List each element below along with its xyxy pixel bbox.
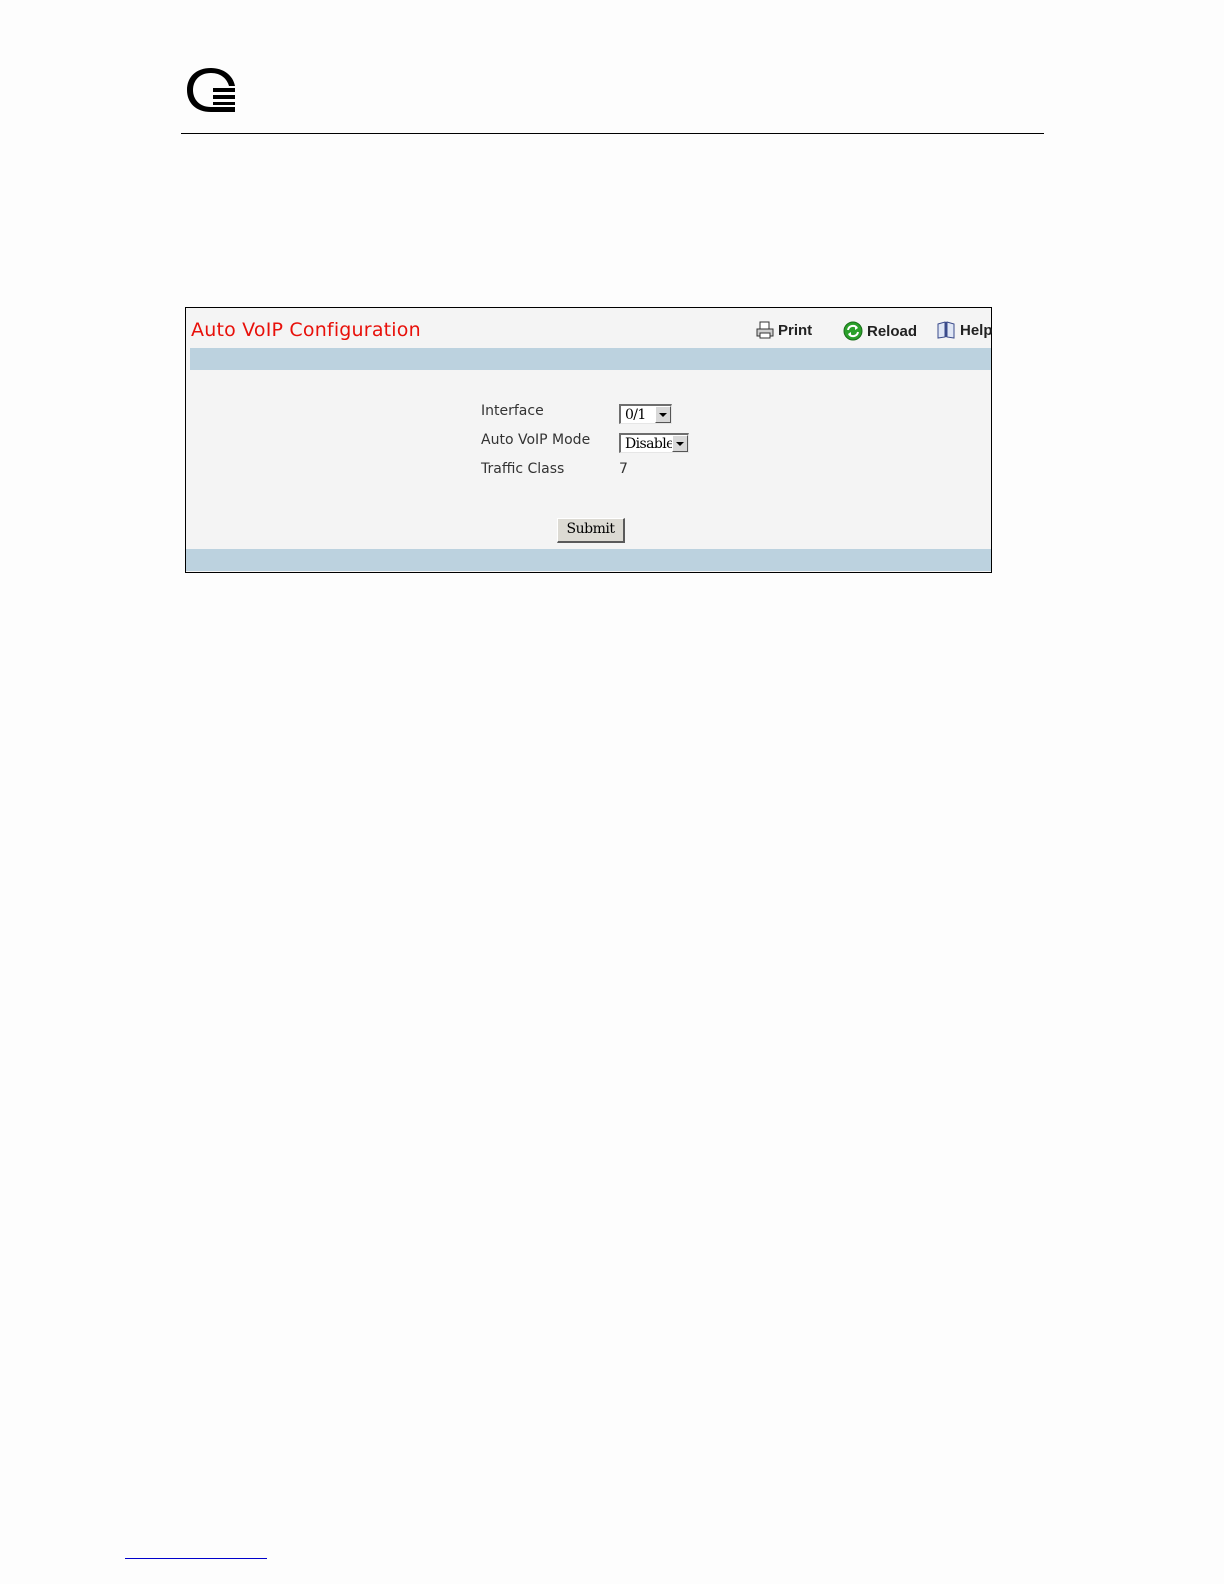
reload-button[interactable]: Reload [843,321,917,341]
qlogic-logo-icon [187,68,235,112]
interface-select[interactable]: 0/1 [619,404,672,424]
footnote-divider [125,1558,267,1559]
chevron-down-icon[interactable] [672,435,688,452]
traffic-class-value: 7 [619,461,628,477]
reload-label: Reload [867,322,918,340]
printer-icon [756,321,774,339]
print-label: Print [778,321,813,339]
footer-band [186,549,991,571]
reload-icon [843,321,863,341]
submit-button[interactable]: Submit [557,518,625,543]
interface-label: Interface [481,403,544,419]
header-band [190,348,991,370]
traffic-class-label: Traffic Class [481,461,565,477]
auto-voip-mode-label: Auto VoIP Mode [481,432,591,448]
header-divider [181,133,1044,134]
help-button[interactable]: Help [936,321,993,339]
toolbar: Print Reload Help [741,321,993,343]
auto-voip-panel: Auto VoIP Configuration Print Reload Hel… [185,307,993,573]
chevron-down-icon[interactable] [655,406,671,423]
page-title: Auto VoIP Configuration [191,319,421,341]
auto-voip-mode-select[interactable]: Disable [619,433,689,453]
auto-voip-mode-select-value: Disable [625,436,674,452]
help-label: Help [960,321,993,339]
interface-select-value: 0/1 [625,407,646,423]
print-button[interactable]: Print [756,321,812,339]
book-icon [937,321,955,339]
